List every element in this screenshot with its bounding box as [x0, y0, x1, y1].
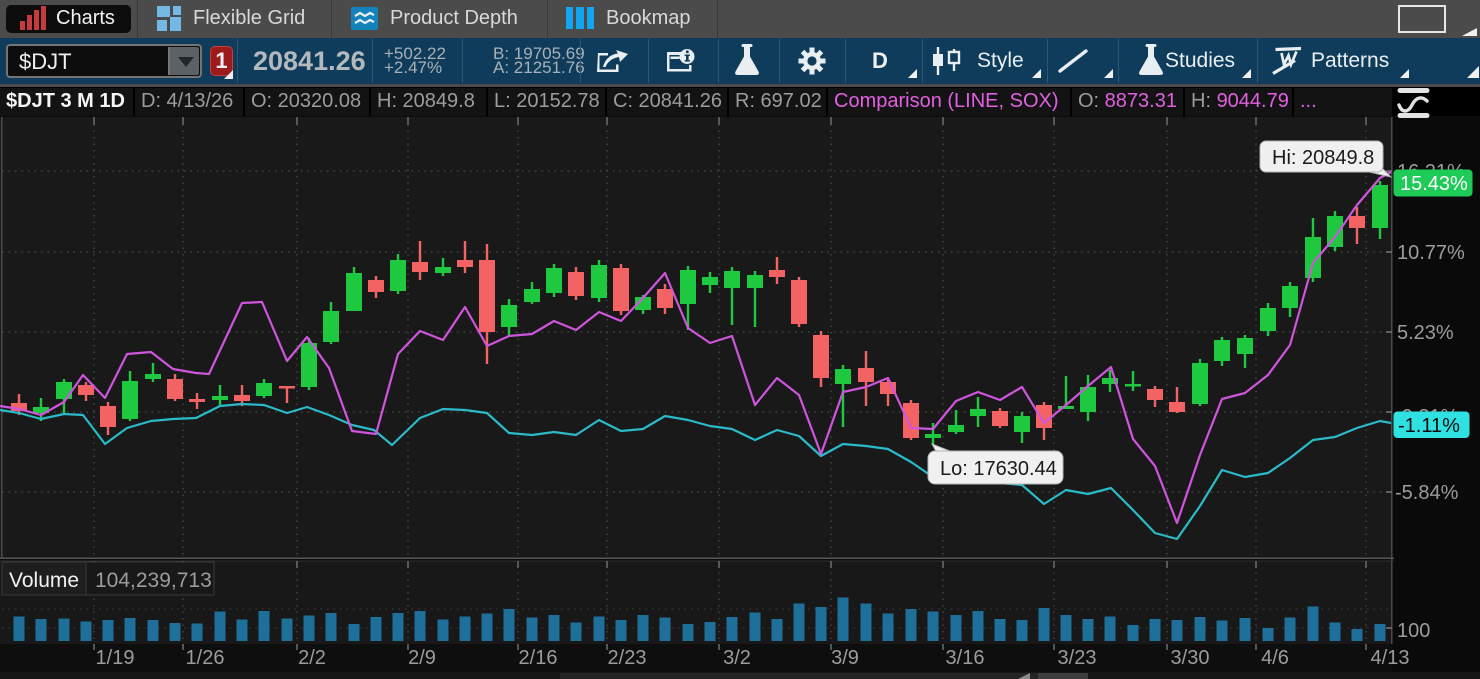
svg-text:3/23: 3/23	[1058, 647, 1097, 669]
svg-text:15.43%: 15.43%	[1400, 173, 1468, 195]
svg-text:Hi: 20849.8: Hi: 20849.8	[1272, 147, 1374, 169]
svg-text:100: 100	[1397, 620, 1430, 642]
svg-text:10.77%: 10.77%	[1397, 242, 1465, 264]
svg-text:4/6: 4/6	[1261, 647, 1289, 669]
svg-text:-1.11%: -1.11%	[1398, 415, 1460, 437]
svg-text:4/13: 4/13	[1371, 647, 1410, 669]
svg-text:Lo: 17630.44: Lo: 17630.44	[940, 458, 1057, 480]
svg-text:5.23%: 5.23%	[1397, 322, 1454, 344]
svg-text:-5.84%: -5.84%	[1395, 482, 1459, 504]
svg-text:2/23: 2/23	[608, 647, 647, 669]
svg-text:3/16: 3/16	[946, 647, 985, 669]
svg-text:Volume: Volume	[9, 569, 79, 592]
svg-text:2/2: 2/2	[298, 647, 326, 669]
svg-text:1/19: 1/19	[96, 647, 135, 669]
svg-text:2/9: 2/9	[408, 647, 436, 669]
svg-text:1/26: 1/26	[186, 647, 225, 669]
svg-text:3/30: 3/30	[1171, 647, 1210, 669]
svg-text:2/16: 2/16	[519, 647, 558, 669]
svg-text:3/2: 3/2	[723, 647, 751, 669]
svg-text:104,239,713: 104,239,713	[95, 569, 212, 592]
svg-text:3/9: 3/9	[831, 647, 859, 669]
